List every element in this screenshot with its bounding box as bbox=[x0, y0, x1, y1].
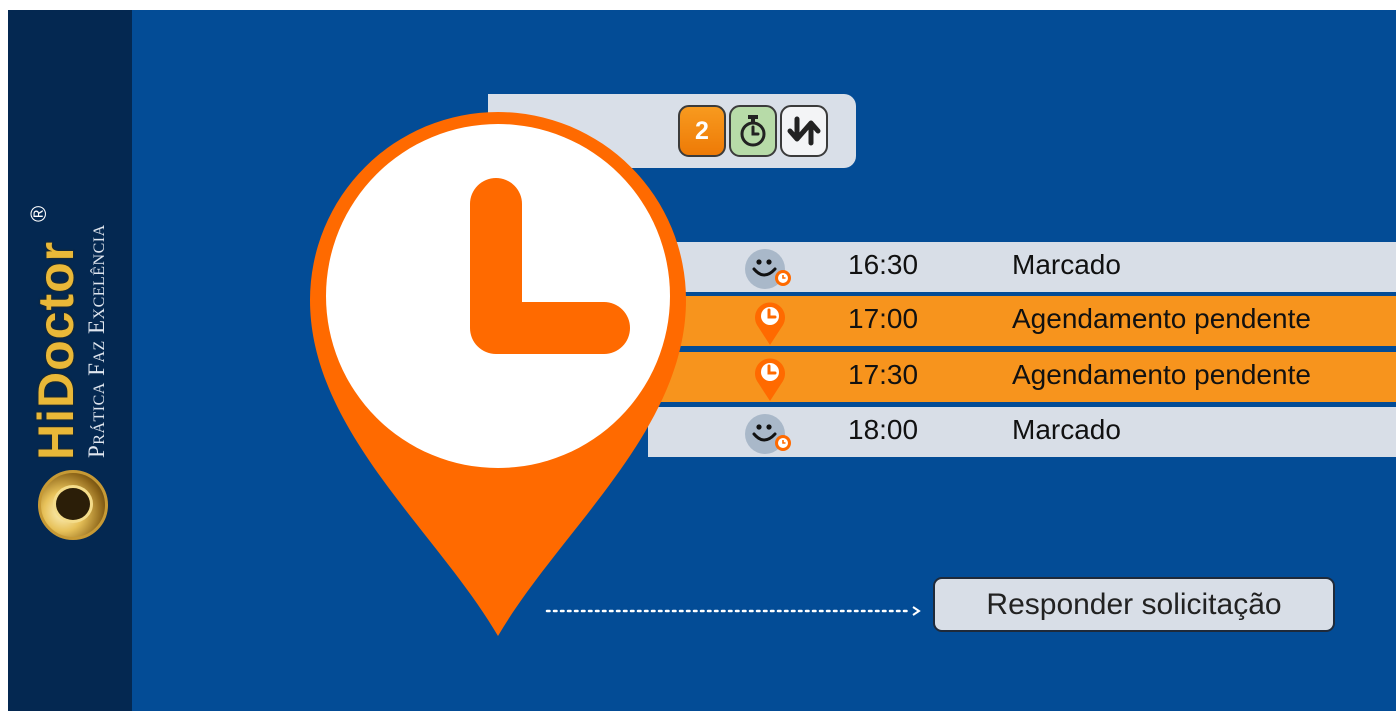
stopwatch-icon bbox=[740, 115, 766, 147]
sidebar: HiDoctor ® Prática Faz Excelência bbox=[8, 10, 132, 711]
respond-request-button[interactable]: Responder solicitação bbox=[933, 577, 1335, 632]
smiley-clock-icon bbox=[745, 249, 791, 289]
row-status: Agendamento pendente bbox=[1012, 359, 1311, 390]
row-status: Marcado bbox=[1012, 414, 1121, 445]
registered-mark: ® bbox=[26, 205, 51, 222]
smiley-clock-icon bbox=[745, 414, 791, 454]
swap-arrows-icon bbox=[787, 116, 821, 146]
schedule-row[interactable]: 17:30 Agendamento pendente bbox=[648, 352, 1396, 402]
schedule-row[interactable]: 18:00 Marcado bbox=[648, 407, 1396, 457]
dotted-arrow bbox=[545, 606, 921, 616]
schedule-row[interactable]: 16:30 Marcado bbox=[648, 242, 1396, 292]
row-time: 18:00 bbox=[848, 414, 919, 445]
brand-logo: HiDoctor ® Prática Faz Excelência bbox=[26, 40, 112, 540]
timer-button[interactable] bbox=[729, 105, 777, 157]
app-frame: HiDoctor ® Prática Faz Excelência 2 16:3… bbox=[8, 10, 1396, 711]
hidoctor-emblem-icon bbox=[38, 470, 108, 540]
row-status: Marcado bbox=[1012, 249, 1121, 280]
brand-tagline: Prática Faz Excelência bbox=[84, 224, 109, 458]
pin-clock-icon bbox=[755, 302, 785, 345]
row-status: Agendamento pendente bbox=[1012, 303, 1311, 334]
swap-button[interactable] bbox=[780, 105, 828, 157]
row-time: 17:00 bbox=[848, 303, 919, 334]
location-clock-pin-icon bbox=[310, 112, 686, 636]
row-time: 17:30 bbox=[848, 359, 919, 390]
brand-name: HiDoctor bbox=[28, 240, 84, 460]
schedule-row[interactable]: 17:00 Agendamento pendente bbox=[648, 296, 1396, 346]
row-time: 16:30 bbox=[848, 249, 919, 280]
pin-clock-icon bbox=[755, 358, 785, 401]
